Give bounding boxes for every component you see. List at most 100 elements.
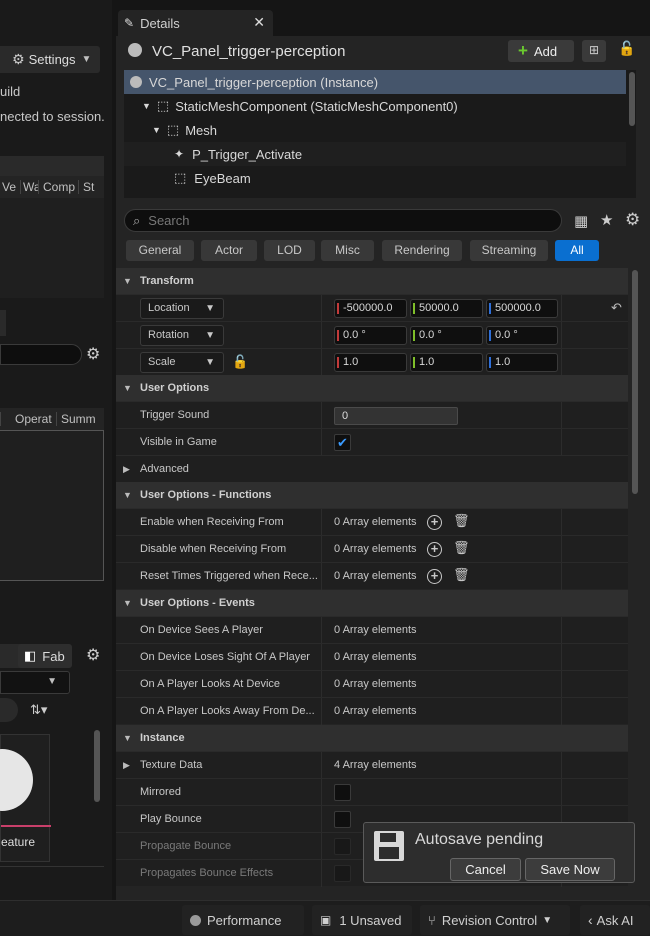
- divider: [561, 644, 562, 671]
- ask-ai-button[interactable]: ‹ Ask AI: [580, 905, 650, 935]
- filter-dropdown[interactable]: ▼: [0, 671, 70, 694]
- save-now-button[interactable]: Save Now: [525, 858, 615, 881]
- property-label: Disable when Receiving From: [140, 543, 287, 555]
- back-button[interactable]: [0, 698, 18, 722]
- left-footer: [0, 866, 104, 892]
- lock-icon[interactable]: 🔓: [232, 354, 248, 370]
- sort-icon[interactable]: ⇅▾: [30, 702, 47, 718]
- propagates-effects-checkbox[interactable]: [334, 865, 351, 882]
- tree-scrollbar[interactable]: [629, 72, 635, 126]
- category-user-options[interactable]: ▼ User Options: [116, 375, 628, 401]
- add-element-icon[interactable]: +: [427, 515, 442, 530]
- table-view-icon[interactable]: ▦: [574, 212, 588, 230]
- column-ve[interactable]: Ve: [2, 180, 20, 194]
- gear-icon[interactable]: ⚙: [625, 210, 640, 230]
- tree-row-instance[interactable]: VC_Panel_trigger-perception (Instance): [124, 70, 626, 94]
- column-st[interactable]: St: [78, 180, 102, 194]
- gear-icon[interactable]: ⚙: [86, 645, 100, 665]
- fab-button[interactable]: ◧ Fab: [18, 644, 72, 668]
- plus-icon: +: [518, 41, 528, 60]
- gear-icon[interactable]: ⚙: [86, 344, 100, 364]
- tab-details[interactable]: ✎ Details ✕: [118, 10, 273, 36]
- particle-icon: ✦: [174, 147, 185, 161]
- search-placeholder: Search: [148, 213, 190, 228]
- array-count: 0 Array elements: [334, 705, 417, 717]
- location-z-input[interactable]: 500000.0: [486, 299, 558, 318]
- scale-dropdown[interactable]: Scale ▼: [140, 352, 224, 373]
- category-transform[interactable]: ▼ Transform: [116, 268, 628, 294]
- property-rotation: Rotation ▼ 0.0 ° 0.0 ° 0.0 °: [116, 321, 628, 349]
- add-component-button[interactable]: + Add: [508, 40, 574, 62]
- asset-type-bar: [1, 825, 51, 827]
- scale-x-input[interactable]: 1.0: [334, 353, 407, 372]
- filter-all[interactable]: All: [555, 240, 599, 261]
- settings-button[interactable]: ⚙ Settings ▼: [0, 46, 100, 73]
- add-element-icon[interactable]: +: [427, 569, 442, 584]
- category-instance[interactable]: ▼ Instance: [116, 725, 628, 751]
- mirrored-checkbox[interactable]: [334, 784, 351, 801]
- trash-icon[interactable]: 🗑: [453, 567, 470, 583]
- expand-triangle-icon[interactable]: ▶: [123, 760, 130, 771]
- star-icon[interactable]: ★: [600, 211, 613, 229]
- search-input[interactable]: ⌕ Search: [124, 209, 562, 232]
- lock-icon[interactable]: 🔓: [618, 40, 635, 57]
- cancel-button[interactable]: Cancel: [450, 858, 521, 881]
- rotation-x-input[interactable]: 0.0 °: [334, 326, 407, 345]
- tree-label: P_Trigger_Activate: [192, 146, 303, 162]
- property-label: Trigger Sound: [140, 409, 210, 421]
- property-scale: Scale ▼ 🔓 1.0 1.0 1.0: [116, 348, 628, 376]
- asset-thumbnail[interactable]: eature: [0, 734, 51, 862]
- add-element-icon[interactable]: +: [427, 542, 442, 557]
- visible-in-game-checkbox[interactable]: ✔: [334, 434, 351, 451]
- property-enable-receiving: Enable when Receiving From 0 Array eleme…: [116, 508, 628, 536]
- close-icon[interactable]: ✕: [253, 14, 265, 31]
- scrollbar[interactable]: [94, 730, 100, 802]
- property-visible-in-game: Visible in Game ✔: [116, 428, 628, 456]
- column-comp[interactable]: Comp: [38, 180, 78, 194]
- scale-z-input[interactable]: 1.0: [486, 353, 558, 372]
- property-label: Reset Times Triggered when Rece...: [140, 570, 318, 582]
- unsaved-label: 1 Unsaved: [339, 912, 402, 928]
- divider: [321, 644, 322, 671]
- location-x-input[interactable]: -500000.0: [334, 299, 407, 318]
- category-functions[interactable]: ▼ User Options - Functions: [116, 482, 628, 508]
- divider: [561, 509, 562, 536]
- performance-button[interactable]: Performance: [182, 905, 304, 935]
- filter-rendering[interactable]: Rendering: [382, 240, 462, 261]
- propagate-bounce-checkbox[interactable]: [334, 838, 351, 855]
- revision-label: Revision Control: [441, 912, 538, 928]
- unsaved-button[interactable]: ▣ 1 Unsaved: [312, 905, 412, 935]
- left-search-input[interactable]: [0, 344, 82, 365]
- filter-general[interactable]: General: [126, 240, 194, 261]
- tree-row-eyebeam[interactable]: ⬚ EyeBeam: [124, 166, 626, 190]
- play-bounce-checkbox[interactable]: [334, 811, 351, 828]
- trigger-sound-input[interactable]: 0: [334, 407, 458, 425]
- rotation-y-input[interactable]: 0.0 °: [410, 326, 483, 345]
- trash-icon[interactable]: 🗑: [453, 540, 470, 556]
- blueprint-icon[interactable]: ⊞: [582, 40, 606, 62]
- trash-icon[interactable]: 🗑: [453, 513, 470, 529]
- rotation-dropdown[interactable]: Rotation ▼: [140, 325, 224, 346]
- divider: [561, 698, 562, 725]
- location-y-input[interactable]: 50000.0: [410, 299, 483, 318]
- filter-lod[interactable]: LOD: [264, 240, 315, 261]
- filter-actor[interactable]: Actor: [201, 240, 257, 261]
- property-sees-player: On Device Sees A Player 0 Array elements: [116, 616, 628, 644]
- property-scrollbar[interactable]: [632, 270, 638, 494]
- property-label: On Device Loses Sight Of A Player: [140, 651, 310, 663]
- tree-row-trigger[interactable]: ✦ P_Trigger_Activate: [124, 142, 626, 166]
- column-summ[interactable]: Summ: [56, 412, 100, 426]
- tree-row-mesh[interactable]: ▼ ⬚ Mesh: [124, 118, 626, 142]
- tree-row-staticmesh[interactable]: ▼ ⬚ StaticMeshComponent (StaticMeshCompo…: [124, 94, 626, 118]
- property-advanced[interactable]: ▶ Advanced: [116, 455, 628, 482]
- location-dropdown[interactable]: Location ▼: [140, 298, 224, 319]
- filter-streaming[interactable]: Streaming: [470, 240, 548, 261]
- revision-control-button[interactable]: ⑂ Revision Control ▼: [420, 905, 570, 935]
- category-events[interactable]: ▼ User Options - Events: [116, 590, 628, 616]
- scale-y-input[interactable]: 1.0: [410, 353, 483, 372]
- column-operat[interactable]: Operat: [0, 412, 56, 426]
- rotation-z-input[interactable]: 0.0 °: [486, 326, 558, 345]
- filter-misc[interactable]: Misc: [321, 240, 374, 261]
- column-wa[interactable]: Wa: [20, 180, 38, 194]
- reset-arrow-icon[interactable]: ↶: [611, 300, 622, 316]
